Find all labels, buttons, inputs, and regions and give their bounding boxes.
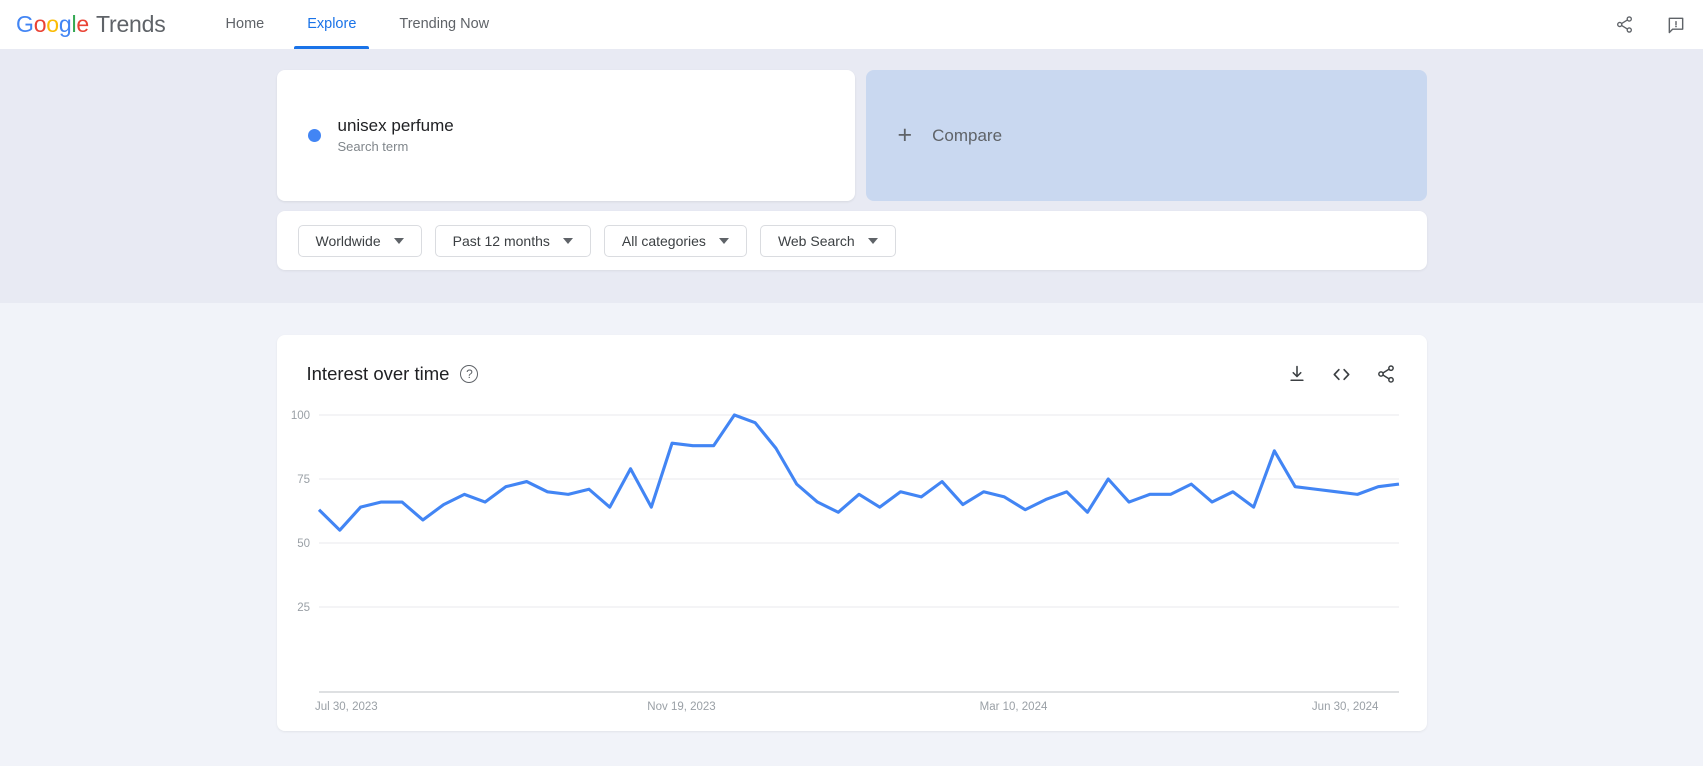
time-range-filter-label: Past 12 months <box>452 232 550 249</box>
y-axis-tick-label: 75 <box>297 474 310 486</box>
share-icon[interactable] <box>1376 364 1396 384</box>
y-axis-tick-label: 50 <box>297 538 310 550</box>
chevron-down-icon <box>562 237 573 244</box>
trend-line-chart[interactable]: 100 75 50 25 Jul 30, 2023 Nov 19, 2023 Mar 10… <box>277 395 1427 731</box>
help-icon[interactable]: ? <box>460 365 479 383</box>
logo-letter-o2: o <box>46 10 59 37</box>
nav-item-explore[interactable]: Explore <box>294 0 370 49</box>
topbar-actions <box>1611 0 1689 49</box>
y-axis-labels: 100 75 50 25 <box>290 410 309 614</box>
search-term-card[interactable]: unisex perfume Search term <box>276 70 855 201</box>
x-axis-labels: Jul 30, 2023 Nov 19, 2023 Mar 10, 2024 Jun … <box>315 701 1379 713</box>
share-icon[interactable] <box>1611 12 1637 38</box>
logo-word-trends: Trends <box>96 10 166 37</box>
y-axis-tick-label: 25 <box>297 602 310 614</box>
download-icon[interactable] <box>1287 364 1307 384</box>
search-term-subtitle: Search term <box>337 139 409 155</box>
chevron-down-icon <box>867 237 878 244</box>
location-filter-label: Worldwide <box>315 232 381 249</box>
location-filter[interactable]: Worldwide <box>297 224 422 257</box>
search-type-filter-label: Web Search <box>777 232 855 249</box>
search-configuration-band: unisex perfume Search term + Compare Wor… <box>0 49 1703 303</box>
search-type-filter[interactable]: Web Search <box>759 224 896 257</box>
compare-button[interactable]: + Compare <box>865 70 1427 201</box>
chart-plot-area[interactable]: 100 75 50 25 Jul 30, 2023 Nov 19, 2023 Mar 10… <box>277 395 1427 731</box>
search-term-title: unisex perfume <box>337 115 454 135</box>
band-inner: unisex perfume Search term + Compare Wor… <box>276 70 1427 270</box>
chart-title: Interest over time <box>306 362 450 384</box>
x-axis-tick-label: Jul 30, 2023 <box>315 701 378 713</box>
plus-icon: + <box>897 121 913 149</box>
primary-nav: Home Explore Trending Now <box>213 0 503 49</box>
logo-letter-g2: g <box>58 10 72 37</box>
top-navigation-bar: Go o g l e Trends Home Explore Trending Now <box>0 0 1703 49</box>
logo-letter-e: e <box>76 10 89 37</box>
embed-code-icon[interactable] <box>1331 364 1352 385</box>
chevron-down-icon <box>718 237 729 244</box>
feedback-icon[interactable] <box>1663 12 1689 38</box>
filter-bar: Worldwide Past 12 months All categories … <box>276 211 1427 270</box>
time-range-filter[interactable]: Past 12 months <box>434 224 591 257</box>
search-terms-row: unisex perfume Search term + Compare <box>276 70 1427 201</box>
y-axis-tick-label: 100 <box>290 410 309 422</box>
grid-lines <box>318 414 1399 608</box>
series-color-dot <box>307 129 321 142</box>
chevron-down-icon <box>393 237 404 244</box>
x-axis-tick-label: Mar 10, 2024 <box>979 701 1047 713</box>
logo-letter-o1: o <box>33 10 47 37</box>
x-axis-tick-label: Nov 19, 2023 <box>647 701 715 713</box>
chart-tools <box>1287 364 1396 385</box>
page-body: Interest over time ? 100 75 50 25 Jul 30… <box>0 303 1703 766</box>
chart-header: Interest over time ? <box>277 335 1427 391</box>
category-filter[interactable]: All categories <box>603 224 747 257</box>
x-axis-tick-label: Jun 30, 2024 <box>1311 701 1378 713</box>
google-trends-logo[interactable]: Go o g l e Trends <box>16 11 166 38</box>
term-texts: unisex perfume Search term <box>338 116 454 155</box>
nav-item-home[interactable]: Home <box>213 0 278 49</box>
compare-label: Compare <box>932 125 1003 145</box>
series-line-unisex-perfume <box>317 413 1399 532</box>
interest-over-time-card: Interest over time ? 100 75 50 25 Jul 30… <box>276 335 1427 731</box>
logo-letter-g: G <box>16 10 34 37</box>
category-filter-label: All categories <box>621 232 706 249</box>
nav-item-trending-now[interactable]: Trending Now <box>386 0 502 49</box>
